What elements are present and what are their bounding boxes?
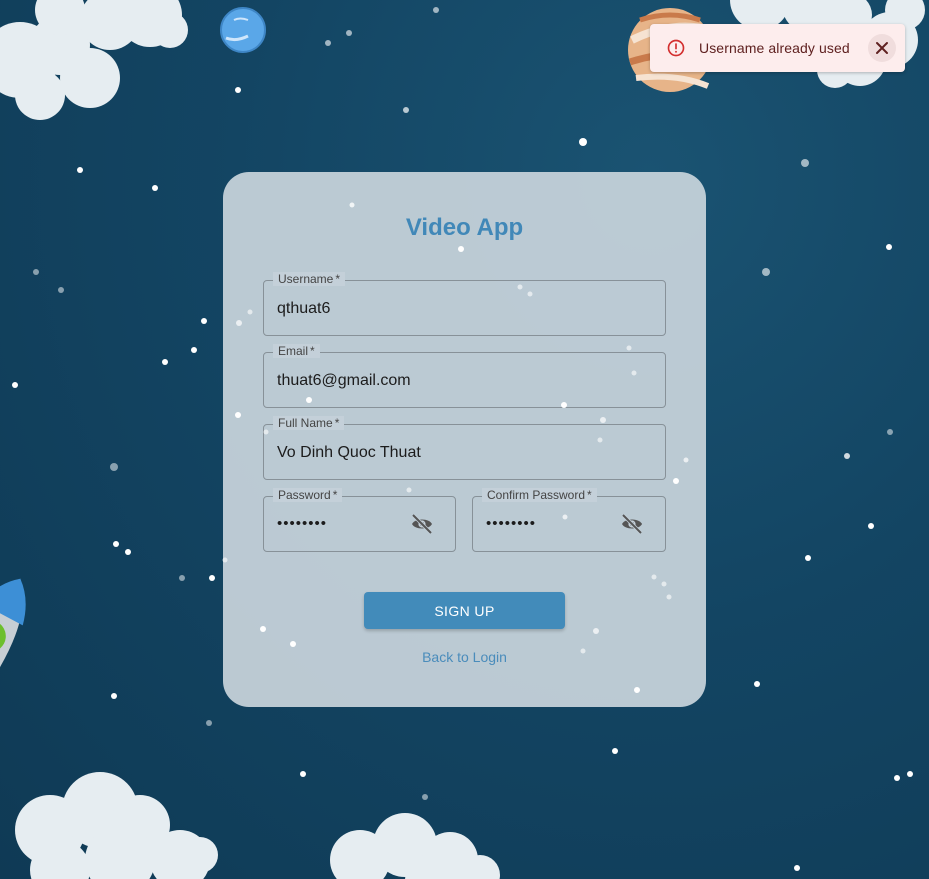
full-name-field[interactable]: Full Name * Vo Dinh Quoc Thuat — [263, 416, 666, 480]
blue-planet — [220, 7, 266, 53]
error-toast: Username already used — [650, 24, 905, 72]
rocket — [0, 578, 26, 687]
confirm-password-input[interactable]: •••••••• — [486, 514, 536, 534]
cloud-top-left — [0, 0, 188, 120]
error-outline-icon — [667, 39, 685, 57]
app-title: Video App — [405, 214, 524, 241]
username-label: Username — [278, 272, 334, 286]
full-name-label: Full Name — [278, 416, 333, 430]
visibility-off-icon[interactable] — [619, 512, 645, 536]
password-input[interactable]: •••••••• — [277, 514, 327, 534]
required-mark: * — [334, 416, 340, 430]
password-field[interactable]: Password * •••••••• — [263, 488, 456, 552]
close-icon — [876, 42, 888, 54]
cloud-bottom-center — [330, 813, 500, 879]
visibility-off-icon[interactable] — [409, 512, 435, 536]
toast-close-button[interactable] — [868, 34, 896, 62]
toast-message: Username already used — [699, 40, 850, 56]
confirm-password-field[interactable]: Confirm Password * •••••••• — [472, 488, 666, 552]
sign-up-button[interactable]: SIGN UP — [364, 592, 565, 629]
full-name-input[interactable]: Vo Dinh Quoc Thuat — [277, 443, 421, 463]
back-to-login-link[interactable]: Back to Login — [223, 649, 706, 665]
required-mark: * — [587, 488, 592, 502]
username-field[interactable]: Username * qthuat6 — [263, 272, 666, 336]
password-label: Password — [278, 488, 331, 502]
email-field[interactable]: Email * thuat6@gmail.com — [263, 344, 666, 408]
username-input[interactable]: qthuat6 — [277, 299, 330, 319]
confirm-password-label: Confirm Password — [487, 488, 586, 502]
email-label: Email — [278, 344, 309, 358]
signup-card: Video App Username * qthuat6 Email * thuat… — [223, 172, 706, 707]
required-mark: * — [332, 488, 338, 502]
required-mark: * — [335, 272, 341, 286]
email-input[interactable]: thuat6@gmail.com — [277, 371, 411, 391]
required-mark: * — [310, 344, 315, 358]
cloud-bottom-left — [15, 772, 218, 879]
